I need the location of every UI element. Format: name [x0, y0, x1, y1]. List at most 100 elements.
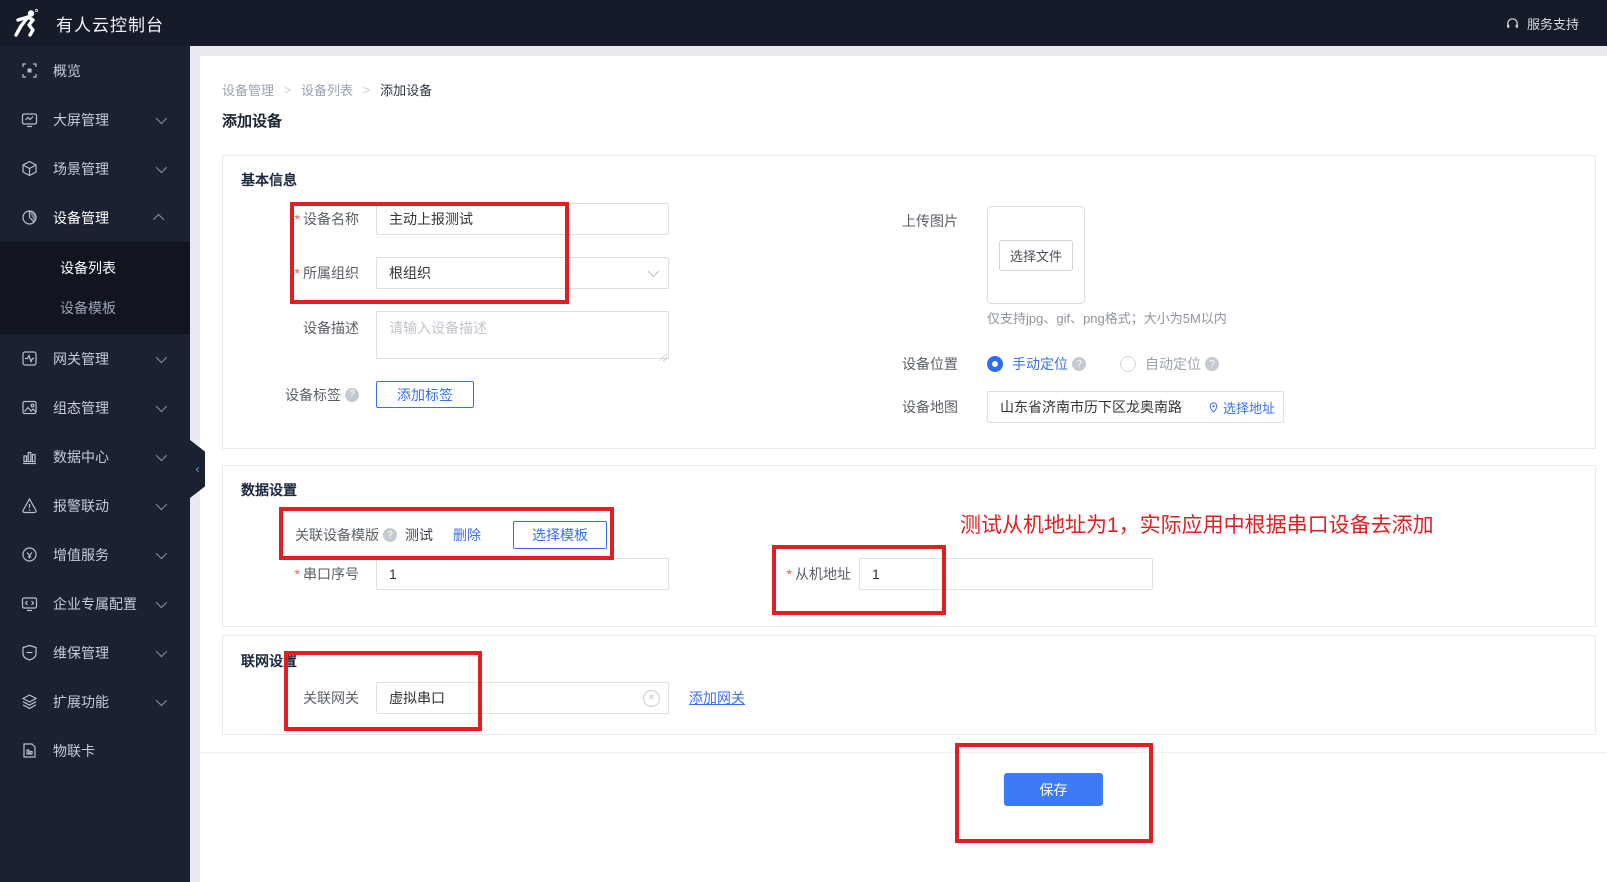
device-name-input[interactable] — [376, 203, 669, 235]
sidebar-subitem-device-list[interactable]: 设备列表 — [0, 248, 190, 288]
sidebar-item-label: 场景管理 — [53, 160, 109, 177]
usr-logo-icon — [14, 9, 38, 37]
sidebar-item-scada-mgmt[interactable]: 组态管理 — [0, 383, 190, 432]
linked-template-value: 测试 — [405, 527, 433, 543]
sidebar-item-label: 组态管理 — [53, 399, 109, 416]
content-area: 设备管理 > 设备列表 > 添加设备 添加设备 基本信息 *设备名称 *所属组织 — [190, 46, 1607, 882]
screen-icon — [21, 111, 38, 128]
sidebar-item-screen-mgmt[interactable]: 大屏管理 — [0, 95, 190, 144]
headset-icon — [1507, 17, 1518, 28]
required-mark: * — [294, 265, 300, 281]
save-button[interactable]: 保存 — [1004, 773, 1103, 806]
sidebar-item-enterprise-config[interactable]: 企业专属配置 — [0, 579, 190, 628]
add-tag-button[interactable]: 添加标签 — [376, 381, 474, 408]
upload-image-label: 上传图片 — [902, 213, 958, 229]
sidebar-item-label: 增值服务 — [53, 546, 109, 563]
alarm-icon — [21, 497, 38, 514]
value-added-icon — [21, 546, 38, 563]
topbar: 有人云控制台 服务支持 — [0, 0, 1607, 46]
chevron-down-icon — [155, 694, 168, 706]
device-desc-row: 设备描述 — [241, 311, 669, 364]
organization-row: * 所属组织 根组织 — [241, 257, 669, 289]
upload-image-dropzone[interactable]: 选择文件 — [987, 206, 1085, 304]
organization-select[interactable]: 根组织 — [376, 257, 669, 289]
required-mark: * — [294, 566, 300, 582]
sidebar: 概览 大屏管理 场景管理 设备管理 设备列表 设备模板 网关管理 组态管理 数据… — [0, 46, 190, 882]
scene-icon — [21, 160, 38, 177]
choose-address-label: 选择地址 — [1222, 400, 1275, 416]
location-pin-icon — [1209, 401, 1218, 413]
data-settings-section: 数据设置 关联设备模版 ? 测试 删除 选择模板 *串口序号 *从机地址 — [222, 465, 1596, 627]
breadcrumb-separator: > — [284, 82, 292, 97]
manual-locate-radio[interactable] — [987, 356, 1003, 372]
slave-address-input[interactable] — [859, 558, 1153, 590]
chevron-down-icon — [155, 498, 168, 510]
serial-index-row: * 串口序号 — [241, 558, 669, 590]
device-location-label: 设备位置 — [902, 356, 958, 372]
select-template-button[interactable]: 选择模板 — [513, 521, 607, 549]
service-support-button[interactable]: 服务支持 — [1505, 14, 1607, 33]
page: 有人云控制台 服务支持 概览 大屏管理 场景管理 设备管理 设备列表 设备模板 … — [0, 0, 1607, 882]
device-name-row: * 设备名称 — [241, 203, 669, 235]
chevron-down-icon — [647, 265, 660, 278]
sidebar-item-label: 设备管理 — [53, 209, 109, 226]
manual-locate-label[interactable]: 手动定位 — [1012, 354, 1068, 374]
chevron-down-icon — [155, 351, 168, 363]
sidebar-item-gateway-mgmt[interactable]: 网关管理 — [0, 334, 190, 383]
device-map-label: 设备地图 — [902, 399, 958, 415]
sidebar-item-value-added[interactable]: 增值服务 — [0, 530, 190, 579]
footer-divider — [200, 752, 1607, 753]
required-mark: * — [786, 566, 792, 582]
sidebar-item-label: 网关管理 — [53, 350, 109, 367]
breadcrumb-device-list[interactable]: 设备列表 — [301, 80, 353, 99]
help-icon[interactable]: ? — [1072, 357, 1086, 371]
sidebar-item-scene-mgmt[interactable]: 场景管理 — [0, 144, 190, 193]
help-icon[interactable]: ? — [345, 387, 359, 402]
sidebar-item-overview[interactable]: 概览 — [0, 46, 190, 95]
auto-locate-radio[interactable] — [1120, 356, 1136, 372]
sidebar-item-maintenance[interactable]: 维保管理 — [0, 628, 190, 677]
device-name-label: * 设备名称 — [294, 211, 359, 227]
device-mgmt-icon — [21, 209, 38, 226]
sidebar-item-label: 扩展功能 — [53, 693, 109, 710]
sidebar-item-device-mgmt[interactable]: 设备管理 — [0, 193, 190, 242]
linked-gateway-input[interactable] — [376, 682, 669, 714]
sidebar-item-alarm-linkage[interactable]: 报警联动 — [0, 481, 190, 530]
breadcrumb-separator: > — [363, 82, 371, 97]
upload-image-row: 上传图片 选择文件 — [878, 206, 1085, 304]
breadcrumb: 设备管理 > 设备列表 > 添加设备 — [222, 80, 432, 99]
serial-index-label: * 串口序号 — [294, 566, 359, 582]
sidebar-subitem-device-template[interactable]: 设备模板 — [0, 288, 190, 328]
service-support-label: 服务支持 — [1526, 16, 1579, 32]
breadcrumb-current: 添加设备 — [380, 83, 433, 98]
breadcrumb-device-mgmt[interactable]: 设备管理 — [222, 80, 274, 99]
sidebar-item-iot-card[interactable]: 物联卡 — [0, 726, 190, 775]
sidebar-item-label: 数据中心 — [53, 448, 109, 465]
slave-address-label: * 从机地址 — [786, 566, 851, 582]
organization-label: * 所属组织 — [294, 265, 359, 281]
sim-card-icon — [21, 742, 38, 759]
clear-input-icon[interactable]: ✕ — [643, 690, 660, 707]
device-desc-label: 设备描述 — [303, 320, 359, 336]
required-mark: * — [294, 211, 300, 227]
add-gateway-link[interactable]: 添加网关 — [689, 688, 745, 708]
upload-hint: 仅支持jpg、gif、png格式；大小为5M以内 — [987, 311, 1227, 326]
sidebar-item-label: 企业专属配置 — [53, 595, 137, 612]
help-icon[interactable]: ? — [1205, 357, 1219, 371]
choose-file-button[interactable]: 选择文件 — [998, 239, 1073, 271]
device-desc-textarea[interactable] — [376, 311, 669, 359]
chevron-down-icon — [155, 596, 168, 608]
delete-template-link[interactable]: 删除 — [453, 525, 481, 545]
enterprise-config-icon — [21, 595, 38, 612]
sidebar-item-data-center[interactable]: 数据中心 — [0, 432, 190, 481]
sidebar-item-label: 报警联动 — [53, 497, 109, 514]
app-title: 有人云控制台 — [56, 15, 164, 35]
sidebar-item-extensions[interactable]: 扩展功能 — [0, 677, 190, 726]
serial-index-input[interactable] — [376, 558, 669, 590]
basic-info-title: 基本信息 — [241, 172, 297, 188]
auto-locate-label[interactable]: 自动定位 — [1145, 354, 1201, 374]
help-icon[interactable]: ? — [383, 528, 397, 542]
chevron-down-icon — [155, 161, 168, 173]
chevron-down-icon — [155, 547, 168, 559]
choose-address-link[interactable]: 选择地址 — [1208, 391, 1275, 423]
